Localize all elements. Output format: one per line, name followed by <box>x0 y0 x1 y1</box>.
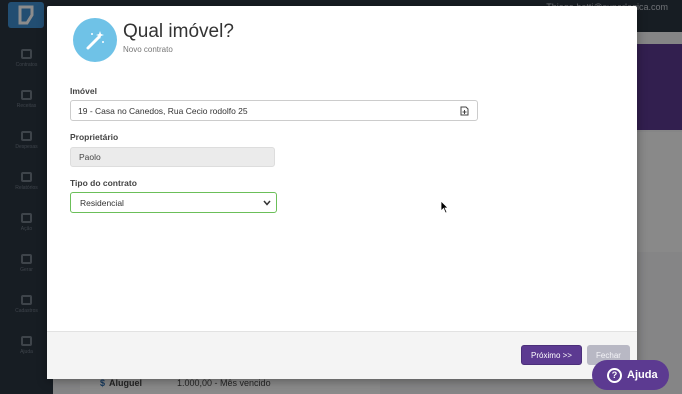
modal-subtitle: Novo contrato <box>123 45 173 54</box>
help-button[interactable]: ? Ajuda <box>592 360 669 390</box>
mouse-cursor-icon <box>440 200 449 214</box>
imovel-input[interactable]: 19 - Casa no Canedos, Rua Cecio rodolfo … <box>70 100 478 121</box>
proprietario-field: Paolo <box>70 147 275 167</box>
modal-title: Qual imóvel? <box>123 21 234 42</box>
tipo-contrato-select[interactable]: Residencial <box>70 192 277 213</box>
imovel-label: Imóvel <box>70 86 97 96</box>
tipo-contrato-label: Tipo do contrato <box>70 178 137 188</box>
next-button[interactable]: Próximo >> <box>521 345 582 365</box>
magic-wand-icon <box>73 18 117 62</box>
question-icon: ? <box>607 367 622 383</box>
add-property-icon[interactable] <box>460 106 469 116</box>
new-contract-modal: Qual imóvel? Novo contrato Imóvel 19 - C… <box>47 6 637 379</box>
proprietario-label: Proprietário <box>70 132 119 142</box>
modal-footer: Próximo >> Fechar <box>47 331 637 379</box>
chevron-down-icon <box>263 200 271 206</box>
